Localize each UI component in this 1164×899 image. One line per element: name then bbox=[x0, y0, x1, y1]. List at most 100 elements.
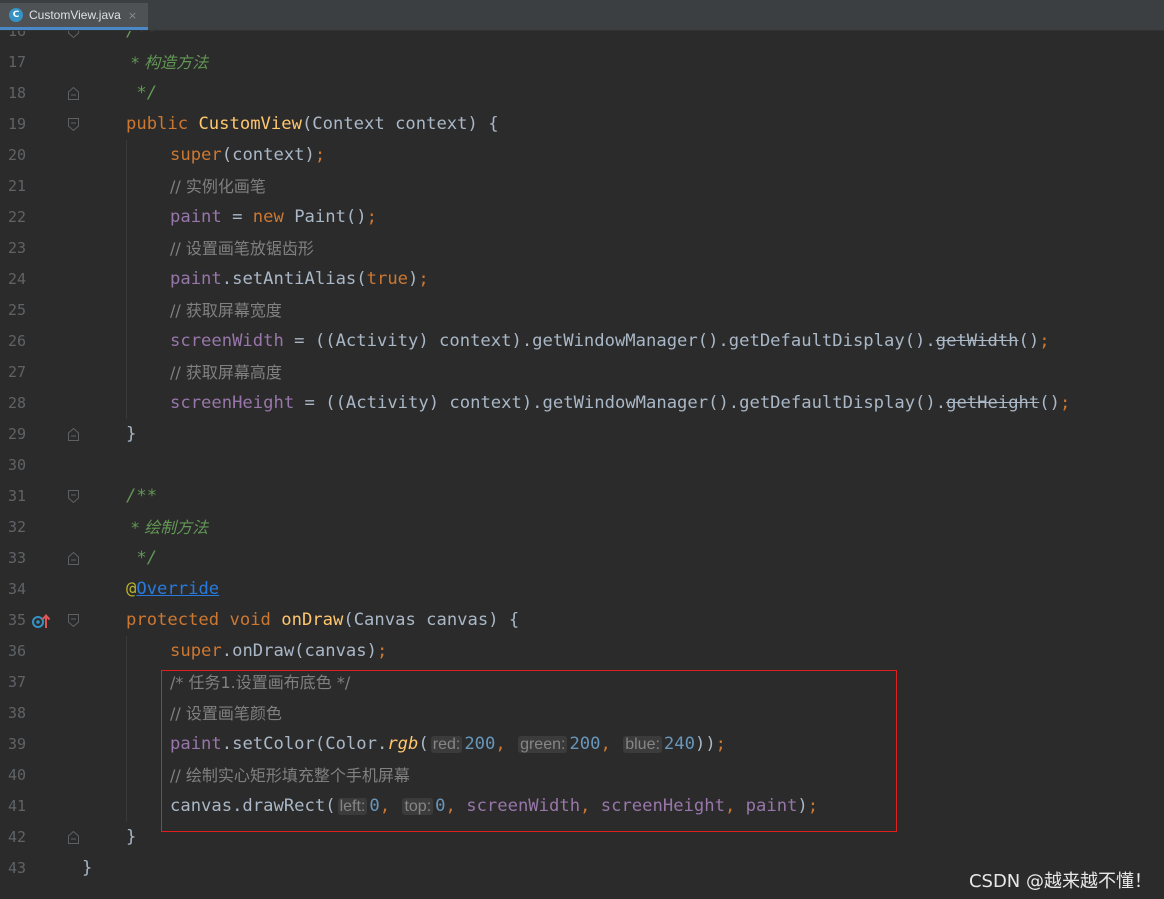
code-text: super(context); bbox=[170, 145, 326, 165]
code-editor[interactable]: 16 /** 17 * 构造方法 18 */ 19 public CustomV… bbox=[0, 31, 1164, 899]
indent-guide bbox=[126, 388, 127, 419]
code-line-16: 16 /** bbox=[0, 31, 1164, 47]
code-text: /** bbox=[126, 31, 158, 41]
line-number: 22 bbox=[7, 208, 26, 226]
close-tab-icon[interactable]: × bbox=[128, 9, 137, 22]
line-number: 39 bbox=[7, 735, 26, 753]
line-number: 36 bbox=[7, 642, 26, 660]
code-line-35: 35 protected void onDraw(Canvas canvas) … bbox=[0, 605, 1164, 636]
code-line-21: 21 // 实例化画笔 bbox=[0, 171, 1164, 202]
line-number: 28 bbox=[7, 394, 26, 412]
code-line-19: 19 public CustomView(Context context) { bbox=[0, 109, 1164, 140]
code-text: } bbox=[82, 858, 93, 878]
code-line-17: 17 * 构造方法 bbox=[0, 47, 1164, 78]
line-number: 37 bbox=[7, 673, 26, 691]
indent-guide bbox=[126, 698, 127, 729]
code-text: * 绘制方法 bbox=[126, 518, 209, 537]
line-number: 17 bbox=[7, 53, 26, 71]
code-line-23: 23 // 设置画笔放锯齿形 bbox=[0, 233, 1164, 264]
indent-guide bbox=[126, 264, 127, 295]
code-text: // 设置画笔颜色 bbox=[170, 704, 282, 723]
fold-end-icon[interactable] bbox=[68, 831, 79, 844]
param-hint-top: top: bbox=[402, 798, 434, 815]
code-line-39: 39 paint.setColor(Color.rgb(red: 200, gre… bbox=[0, 729, 1164, 760]
param-hint-red: red: bbox=[430, 736, 463, 753]
indent-guide bbox=[126, 326, 127, 357]
code-line-25: 25 // 获取屏幕宽度 bbox=[0, 295, 1164, 326]
editor-tab-bar: C CustomView.java × bbox=[0, 0, 1164, 31]
line-number: 25 bbox=[7, 301, 26, 319]
code-text: // 获取屏幕高度 bbox=[170, 363, 282, 382]
code-text: // 设置画笔放锯齿形 bbox=[170, 239, 314, 258]
code-text: // 绘制实心矩形填充整个手机屏幕 bbox=[170, 766, 410, 785]
code-line-20: 20 super(context); bbox=[0, 140, 1164, 171]
code-text: } bbox=[126, 424, 137, 444]
line-number: 40 bbox=[7, 766, 26, 784]
fold-end-icon[interactable] bbox=[68, 552, 79, 565]
tab-customview-java[interactable]: C CustomView.java × bbox=[0, 3, 148, 30]
fold-collapse-icon[interactable] bbox=[68, 490, 79, 503]
code-line-24: 24 paint.setAntiAlias(true); bbox=[0, 264, 1164, 295]
code-line-28: 28 screenHeight = ((Activity) context).g… bbox=[0, 388, 1164, 419]
indent-guide bbox=[126, 140, 127, 171]
line-number: 21 bbox=[7, 177, 26, 195]
fold-collapse-icon[interactable] bbox=[68, 118, 79, 131]
code-line-41: 41 canvas.drawRect(left: 0, top: 0, screen… bbox=[0, 791, 1164, 822]
line-number: 41 bbox=[7, 797, 26, 815]
watermark: CSDN @越来越不懂！ bbox=[968, 871, 1152, 892]
code-line-31: 31 /** bbox=[0, 481, 1164, 512]
line-number: 29 bbox=[7, 425, 26, 443]
line-number: 23 bbox=[7, 239, 26, 257]
line-number: 20 bbox=[7, 146, 26, 164]
code-text: */ bbox=[126, 83, 158, 103]
code-line-30: 30 bbox=[0, 450, 1164, 481]
indent-guide bbox=[126, 667, 127, 698]
code-text: // 实例化画笔 bbox=[170, 177, 266, 196]
line-number: 24 bbox=[7, 270, 26, 288]
line-number: 32 bbox=[7, 518, 26, 536]
override-annotation-link[interactable]: Override bbox=[136, 579, 219, 599]
indent-guide bbox=[126, 295, 127, 326]
fold-end-icon[interactable] bbox=[68, 428, 79, 441]
fold-end-icon[interactable] bbox=[68, 87, 79, 100]
code-text: screenHeight = ((Activity) context).getW… bbox=[170, 393, 1071, 413]
code-line-33: 33 */ bbox=[0, 543, 1164, 574]
code-text: paint = new Paint(); bbox=[170, 207, 377, 227]
code-line-32: 32 * 绘制方法 bbox=[0, 512, 1164, 543]
code-text: /** bbox=[126, 486, 158, 506]
indent-guide bbox=[126, 233, 127, 264]
param-hint-left: left: bbox=[337, 798, 368, 815]
line-number: 19 bbox=[7, 115, 26, 133]
code-line-27: 27 // 获取屏幕高度 bbox=[0, 357, 1164, 388]
fold-collapse-icon[interactable] bbox=[68, 31, 79, 38]
code-line-37: 37 /* 任务1.设置画布底色 */ bbox=[0, 667, 1164, 698]
line-number: 18 bbox=[7, 84, 26, 102]
code-line-18: 18 */ bbox=[0, 78, 1164, 109]
line-number: 35 bbox=[7, 611, 26, 629]
code-line-42: 42 } bbox=[0, 822, 1164, 853]
code-line-38: 38 // 设置画笔颜色 bbox=[0, 698, 1164, 729]
indent-guide bbox=[126, 171, 127, 202]
line-number: 30 bbox=[7, 456, 26, 474]
code-text: super.onDraw(canvas); bbox=[170, 641, 388, 661]
line-number: 16 bbox=[7, 31, 26, 40]
java-class-icon: C bbox=[9, 8, 23, 22]
line-number: 26 bbox=[7, 332, 26, 350]
line-number: 38 bbox=[7, 704, 26, 722]
code-text: } bbox=[126, 827, 137, 847]
code-text: public CustomView(Context context) { bbox=[126, 114, 499, 134]
code-text: @Override bbox=[126, 579, 220, 599]
code-text: /* 任务1.设置画布底色 */ bbox=[170, 673, 351, 692]
code-text: paint.setColor(Color.rgb(red: 200, green:… bbox=[170, 734, 727, 754]
overrides-method-icon[interactable] bbox=[32, 613, 50, 629]
fold-collapse-icon[interactable] bbox=[68, 614, 79, 627]
indent-guide bbox=[126, 636, 127, 667]
line-number: 43 bbox=[7, 859, 26, 877]
code-line-36: 36 super.onDraw(canvas); bbox=[0, 636, 1164, 667]
indent-guide bbox=[126, 202, 127, 233]
code-text: protected void onDraw(Canvas canvas) { bbox=[126, 610, 520, 630]
indent-guide bbox=[126, 729, 127, 760]
indent-guide bbox=[126, 357, 127, 388]
code-line-29: 29 } bbox=[0, 419, 1164, 450]
param-hint-green: green: bbox=[518, 736, 568, 753]
